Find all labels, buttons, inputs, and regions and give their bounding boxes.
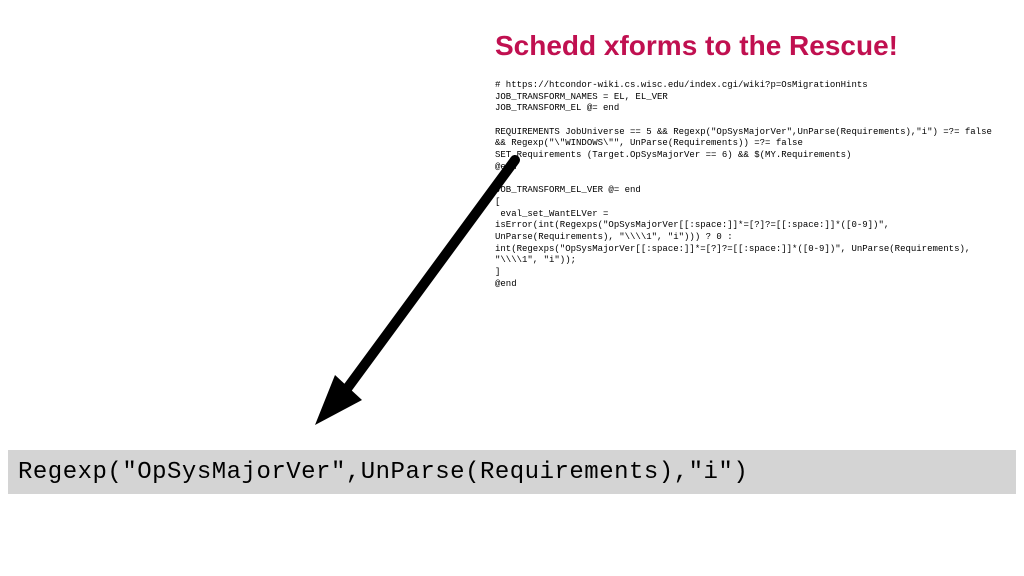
config-code-block: # https://htcondor-wiki.cs.wisc.edu/inde… [495, 80, 995, 290]
highlighted-expression: Regexp("OpSysMajorVer",UnParse(Requireme… [8, 450, 1016, 494]
slide-title: Schedd xforms to the Rescue! [495, 30, 898, 62]
